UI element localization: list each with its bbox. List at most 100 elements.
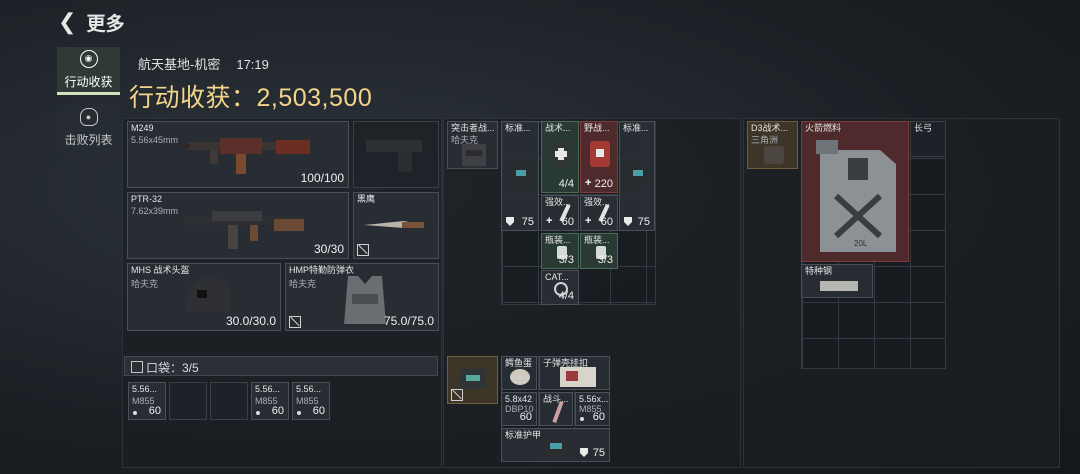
tab-loot-label: 行动收获 <box>64 74 113 89</box>
item-name: 战术... <box>545 123 571 133</box>
tab-kills-label: 击败列表 <box>64 133 113 147</box>
pocket-item[interactable]: 5.56... M855 60 <box>251 382 289 420</box>
machine-gun-icon <box>180 138 310 174</box>
item-count: 4/4 <box>558 290 574 302</box>
rig-item[interactable]: 强效... + 60 <box>541 195 579 231</box>
heal-icon: + <box>546 215 553 227</box>
first-aid-kit-icon <box>590 141 610 167</box>
melee-slot[interactable]: 黑鹰 <box>353 192 439 259</box>
weapon-ammo: 7.62x39mm <box>131 206 179 216</box>
item-count: 60 <box>148 405 161 417</box>
heal-icon: + <box>585 177 592 189</box>
helmet-slot[interactable]: MHS 战术头盔 哈夫克 30.0/30.0 <box>127 263 281 331</box>
backpack-item[interactable]: 鳄鱼蛋 <box>501 356 537 390</box>
backpack-item[interactable]: 子弹壳挂扣 <box>539 356 610 390</box>
safebox-slot[interactable]: D3战术... 三角洲 <box>747 121 798 169</box>
syringe-icon <box>552 401 564 424</box>
safebox-item[interactable]: 特种钢 <box>801 264 873 298</box>
rig-item[interactable]: 标准... 75 <box>501 121 539 231</box>
map-info: 航天基地-机密 17:19 <box>138 54 269 73</box>
safebox-item[interactable]: 长弓 <box>910 121 946 157</box>
rig-item[interactable]: 强效... + 60 <box>580 195 618 231</box>
can-volume-label: 20L <box>854 239 868 248</box>
heal-icon: + <box>585 215 592 227</box>
rig-item[interactable]: CAT... 4/4 <box>541 270 579 305</box>
rig-item[interactable]: 瓶装... 3/3 <box>541 233 579 269</box>
item-count: 60 <box>561 216 574 228</box>
pocket-empty-slot[interactable] <box>210 382 248 420</box>
backpack-item[interactable]: 5.8x42 DBP10 60 <box>501 392 537 426</box>
armor-plate-icon <box>628 163 648 189</box>
target-icon: ◉ <box>79 49 98 68</box>
item-count: 75 <box>592 447 605 459</box>
primary-weapon-slot[interactable]: M249 5.56x45mm 100/100 <box>127 121 349 188</box>
tab-kills[interactable]: ● 击败列表 <box>57 104 120 152</box>
shield-icon <box>506 217 514 226</box>
back-label: 更多 <box>86 13 125 35</box>
rig-item[interactable]: 野战... + 220 <box>580 121 618 193</box>
back-button[interactable]: ❮ 更多 <box>58 9 148 35</box>
egg-icon <box>510 369 530 385</box>
item-name: 5.56... <box>132 384 158 394</box>
loot-value-title: 行动收获：2,503,500 <box>129 84 373 112</box>
rifle-icon <box>184 211 304 249</box>
pistol-slot[interactable] <box>353 121 439 188</box>
photo-item-icon <box>560 367 596 387</box>
ammo-icon <box>256 411 260 415</box>
rig-item[interactable]: 瓶装... 3/3 <box>580 233 618 269</box>
pistol-icon <box>366 140 422 172</box>
item-count: 60 <box>600 216 613 228</box>
weapon-name: M249 <box>131 123 154 133</box>
no-pickup-icon <box>357 244 369 256</box>
pocket-label: 口袋：3/5 <box>146 361 199 375</box>
chevron-left-icon: ❮ <box>58 9 77 34</box>
backpack-slot[interactable] <box>447 356 498 404</box>
item-name: 5.56... <box>296 384 322 394</box>
rig-item[interactable]: 战术... 4/4 <box>541 121 579 193</box>
weapon-durability: 100/100 <box>300 171 344 185</box>
item-name: 长弓 <box>914 123 933 133</box>
pocket-header: 口袋：3/5 <box>124 356 438 376</box>
item-count: 4/4 <box>558 178 574 190</box>
backpack-item[interactable]: 标准护甲 75 <box>501 428 610 462</box>
skull-icon: ● <box>79 108 98 126</box>
helmet-brand: 哈夫克 <box>131 279 159 289</box>
safebox-item[interactable]: 火箭燃料 20L <box>801 121 909 262</box>
safebox-icon <box>764 146 784 164</box>
item-name: 标准... <box>623 123 649 133</box>
fuel-can-icon: 20L <box>816 140 896 252</box>
item-count: 60 <box>271 405 284 417</box>
vest-icon <box>344 276 386 324</box>
pocket-item[interactable]: 5.56... M855 60 <box>292 382 330 420</box>
armor-slot[interactable]: HMP特勤防弹衣 哈夫克 75.0/75.0 <box>285 263 439 331</box>
knife-icon <box>364 221 424 228</box>
item-count: 220 <box>594 178 613 190</box>
shield-icon <box>624 217 632 226</box>
backpack-item[interactable]: 战斗... <box>539 392 573 426</box>
weapon-durability: 30/30 <box>313 242 344 256</box>
pocket-empty-slot[interactable] <box>169 382 207 420</box>
ammo-icon <box>297 411 301 415</box>
match-time: 17:19 <box>236 57 269 72</box>
item-count: 75 <box>521 216 534 228</box>
item-name: 野战... <box>584 123 610 133</box>
backpack-item[interactable]: 5.56x... M855 60 <box>575 392 610 426</box>
chest-rig-icon <box>462 144 486 166</box>
rig-item[interactable]: 标准... 75 <box>619 121 655 231</box>
chest-rig-slot[interactable]: 突击者战... 哈夫克 <box>447 121 498 169</box>
item-name: 标准... <box>505 123 531 133</box>
armor-durability: 75.0/75.0 <box>383 314 434 328</box>
ammo-icon <box>580 417 584 421</box>
steel-bar-icon <box>820 281 858 291</box>
helmet-durability: 30.0/30.0 <box>225 314 276 328</box>
secondary-weapon-slot[interactable]: PTR-32 7.62x39mm 30/30 <box>127 192 349 259</box>
no-pickup-icon <box>451 389 463 401</box>
item-count: 75 <box>637 216 650 228</box>
shield-icon <box>580 448 588 457</box>
armor-plate-icon <box>511 163 531 189</box>
tab-loot[interactable]: ◉ 行动收获 <box>57 47 120 95</box>
item-name: 火箭燃料 <box>805 123 842 133</box>
armor-plate-icon <box>540 439 572 457</box>
ammo-icon <box>133 411 137 415</box>
pocket-item[interactable]: 5.56... M855 60 <box>128 382 166 420</box>
